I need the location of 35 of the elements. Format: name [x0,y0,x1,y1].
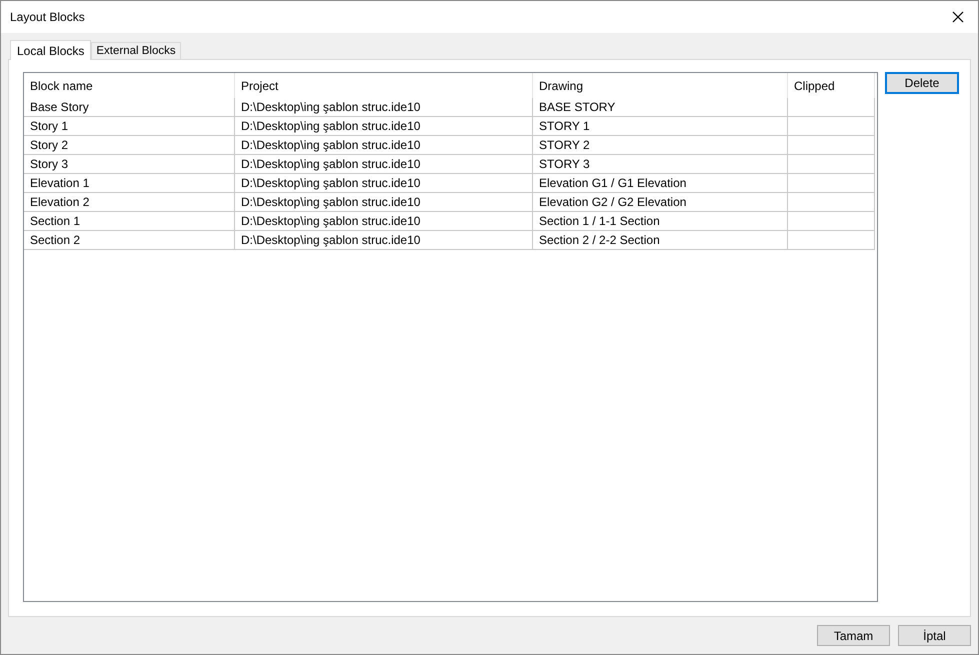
table-cell: D:\Desktop\ing şablon struc.ide10 [235,98,533,117]
table-cell: Story 3 [24,155,235,174]
table-cell: BASE STORY [533,98,788,117]
column-header[interactable]: Project [235,73,533,98]
table-cell: D:\Desktop\ing şablon struc.ide10 [235,174,533,193]
table-cell: D:\Desktop\ing şablon struc.ide10 [235,136,533,155]
delete-button[interactable]: Delete [885,72,959,94]
table-cell: D:\Desktop\ing şablon struc.ide10 [235,231,533,250]
table-cell: Base Story [24,98,235,117]
table-cell: Story 1 [24,117,235,136]
table-cell: Section 2 / 2-2 Section [533,231,788,250]
table-cell: Section 2 [24,231,235,250]
table-cell: Elevation G1 / G1 Elevation [533,174,788,193]
table-cell: Elevation 2 [24,193,235,212]
column-header[interactable]: Block name [24,73,235,98]
table-cell: D:\Desktop\ing şablon struc.ide10 [235,212,533,231]
table-cell: STORY 2 [533,136,788,155]
table-cell: Section 1 / 1-1 Section [533,212,788,231]
column-header[interactable]: Drawing [533,73,788,98]
tab[interactable]: Local Blocks [10,40,92,60]
table-cell: STORY 3 [533,155,788,174]
table-cell: D:\Desktop\ing şablon struc.ide10 [235,193,533,212]
window-title: Layout Blocks [10,9,85,26]
dialog-button[interactable]: Tamam [817,625,890,646]
table-cell: D:\Desktop\ing şablon struc.ide10 [235,155,533,174]
tab[interactable]: External Blocks [91,42,181,59]
table-cell: Elevation G2 / G2 Elevation [533,193,788,212]
table-cell: Section 1 [24,212,235,231]
dialog-button[interactable]: İptal [898,625,971,646]
table-cell: Story 2 [24,136,235,155]
table-cell: D:\Desktop\ing şablon struc.ide10 [235,117,533,136]
column-header[interactable]: Clipped [788,73,875,98]
table-cell: STORY 1 [533,117,788,136]
table-cell: Elevation 1 [24,174,235,193]
close-icon [952,11,964,23]
